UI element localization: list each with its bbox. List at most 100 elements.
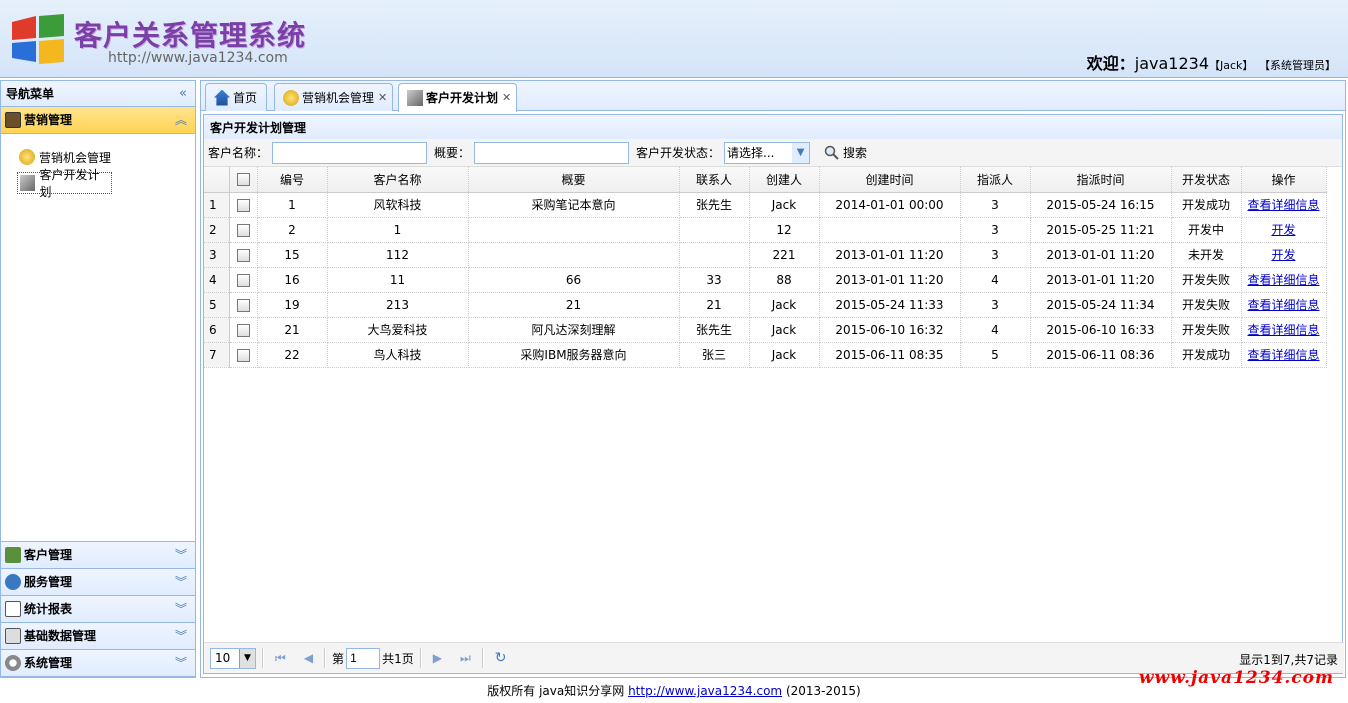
close-icon[interactable]: ✕ — [502, 85, 511, 111]
nav-group-marketing[interactable]: 营销管理 ︽ — [1, 107, 195, 134]
pager-divider — [262, 648, 264, 668]
chevron-down-icon[interactable]: ▼ — [792, 142, 810, 163]
dev-status-select[interactable]: 请选择... ▼ — [724, 141, 811, 164]
row-action-link[interactable]: 查看详细信息 — [1247, 273, 1319, 287]
select-all-header[interactable] — [229, 167, 258, 193]
cell-assignee: 3 — [960, 292, 1031, 318]
row-select-cell[interactable] — [229, 342, 258, 368]
row-checkbox[interactable] — [236, 298, 250, 312]
row-number: 3 — [204, 242, 230, 268]
footer-years: (2013-2015) — [785, 684, 861, 698]
collapse-sidebar-icon[interactable]: « — [179, 81, 187, 107]
row-checkbox[interactable] — [236, 223, 250, 237]
cell-overview: 阿凡达深刻理解 — [468, 317, 680, 343]
tab-sales-opportunity[interactable]: 营销机会管理 ✕ — [274, 83, 393, 111]
overview-input[interactable] — [474, 141, 630, 164]
chevron-down-icon[interactable]: ︾ — [175, 569, 187, 595]
chevron-down-icon[interactable]: ▼ — [239, 648, 255, 668]
row-select-cell[interactable] — [229, 192, 258, 218]
app-logo-icon — [12, 14, 64, 64]
chevron-up-icon[interactable]: ︽ — [175, 107, 187, 133]
chevron-down-icon[interactable]: ︾ — [175, 650, 187, 676]
column-header[interactable]: 编号 — [257, 167, 328, 193]
column-header[interactable]: 客户名称 — [327, 167, 469, 193]
table-row[interactable]: 1 1 风软科技 采购笔记本意向 张先生 Jack 2014-01-01 00:00 3 201… — [204, 192, 1327, 218]
chevron-down-icon[interactable]: ︾ — [175, 623, 187, 649]
column-header[interactable]: 指派人 — [960, 167, 1031, 193]
row-select-cell[interactable] — [229, 242, 258, 268]
next-page-icon[interactable]: ▶ — [433, 651, 442, 665]
row-action-link[interactable]: 开发 — [1271, 223, 1295, 237]
prev-page-icon[interactable]: ◀ — [304, 651, 313, 665]
cell-customer: 鸟人科技 — [327, 342, 469, 368]
column-header[interactable]: 操作 — [1241, 167, 1327, 193]
nav-group-marketing-body: 营销机会管理 客户开发计划 — [1, 134, 195, 542]
cell-overview: 采购IBM服务器意向 — [468, 342, 680, 368]
nav-group-customer[interactable]: 客户管理 ︾ — [1, 542, 195, 569]
chevron-down-icon[interactable]: ︾ — [175, 596, 187, 622]
row-select-cell[interactable] — [229, 292, 258, 318]
column-header[interactable]: 创建时间 — [819, 167, 961, 193]
search-button[interactable]: 搜索 — [824, 144, 867, 161]
row-action-link[interactable]: 开发 — [1271, 248, 1295, 262]
nav-group-label: 系统管理 — [24, 656, 73, 670]
row-select-cell[interactable] — [229, 217, 258, 243]
cell-assigned: 2015-06-10 16:33 — [1030, 317, 1172, 343]
row-select-cell[interactable] — [229, 317, 258, 343]
row-select-cell[interactable] — [229, 267, 258, 293]
page-number-input[interactable] — [346, 647, 381, 669]
tab-home[interactable]: 首页 — [205, 83, 267, 111]
table-row[interactable]: 7 22 鸟人科技 采购IBM服务器意向 张三 Jack 2015-06-11 08:35 5… — [204, 342, 1327, 368]
column-header[interactable]: 联系人 — [679, 167, 750, 193]
row-checkbox[interactable] — [236, 198, 250, 212]
close-icon[interactable]: ✕ — [378, 85, 387, 111]
row-action-link[interactable]: 查看详细信息 — [1247, 198, 1319, 212]
page-size-select[interactable]: 10 ▼ — [210, 647, 256, 669]
table-row[interactable]: 4 16 11 66 33 88 2013-01-01 11:20 4 2013-01-01 1… — [204, 267, 1327, 293]
table-row[interactable]: 6 21 大鸟爱科技 阿凡达深刻理解 张先生 Jack 2015-06-10 16:32 4 2… — [204, 317, 1327, 343]
cell-status: 开发成功 — [1171, 342, 1242, 368]
column-header[interactable]: 开发状态 — [1171, 167, 1242, 193]
row-action-link[interactable]: 查看详细信息 — [1247, 323, 1319, 337]
row-number: 2 — [204, 217, 230, 243]
main-area: 首页 营销机会管理 ✕ 客户开发计划 ✕ 客户开发计划管理 客户名称： 概要： … — [200, 80, 1346, 678]
customer-name-label: 客户名称： — [208, 146, 269, 160]
column-header[interactable]: 概要 — [468, 167, 680, 193]
table-row[interactable]: 3 15 112 221 2013-01-01 11:20 3 2013-01-01 11:… — [204, 242, 1327, 268]
cell-assigned: 2013-01-01 11:20 — [1030, 267, 1172, 293]
nav-link-customer-dev-plan[interactable]: 客户开发计划 — [17, 168, 112, 199]
row-checkbox[interactable] — [236, 323, 250, 337]
first-page-icon[interactable]: ⏮ — [275, 651, 286, 666]
select-all-checkbox[interactable] — [236, 173, 250, 187]
nav-group-reports[interactable]: 统计报表 ︾ — [1, 596, 195, 623]
nav-link-sales-opportunity[interactable]: 营销机会管理 — [17, 146, 195, 168]
row-action-link[interactable]: 查看详细信息 — [1247, 298, 1319, 312]
app-title: 客户关系管理系统 — [74, 19, 307, 52]
footer-link[interactable]: http://www.java1234.com — [628, 684, 782, 698]
table-row[interactable]: 2 2 1 12 3 2015-05-25 11:21 开发中 开发 — [204, 217, 1327, 243]
gear-icon — [5, 655, 21, 671]
table-row[interactable]: 5 19 213 21 21 Jack 2015-05-24 11:33 3 2015-05-2… — [204, 292, 1327, 318]
nav-group-service[interactable]: 服务管理 ︾ — [1, 569, 195, 596]
cell-overview — [468, 242, 680, 268]
cell-created: 2013-01-01 11:20 — [819, 267, 961, 293]
cell-contact: 张先生 — [679, 317, 750, 343]
row-action-link[interactable]: 查看详细信息 — [1247, 348, 1319, 362]
column-header[interactable]: 创建人 — [749, 167, 820, 193]
chevron-down-icon[interactable]: ︾ — [175, 542, 187, 568]
tab-customer-dev-plan[interactable]: 客户开发计划 ✕ — [398, 83, 517, 112]
nav-group-system[interactable]: 系统管理 ︾ — [1, 650, 195, 677]
row-checkbox[interactable] — [236, 348, 250, 362]
row-checkbox[interactable] — [236, 248, 250, 262]
row-checkbox[interactable] — [236, 273, 250, 287]
nav-group-basic-data[interactable]: 基础数据管理 ︾ — [1, 623, 195, 650]
refresh-icon[interactable]: ↻ — [495, 650, 507, 666]
cell-contact: 张先生 — [679, 192, 750, 218]
customer-name-input[interactable] — [272, 141, 428, 164]
cell-assignee: 3 — [960, 217, 1031, 243]
column-header[interactable]: 指派时间 — [1030, 167, 1172, 193]
cell-assigned: 2015-06-11 08:36 — [1030, 342, 1172, 368]
panel-title: 客户开发计划管理 — [203, 114, 1343, 140]
cell-action: 查看详细信息 — [1241, 292, 1327, 318]
last-page-icon[interactable]: ⏭ — [460, 651, 471, 666]
